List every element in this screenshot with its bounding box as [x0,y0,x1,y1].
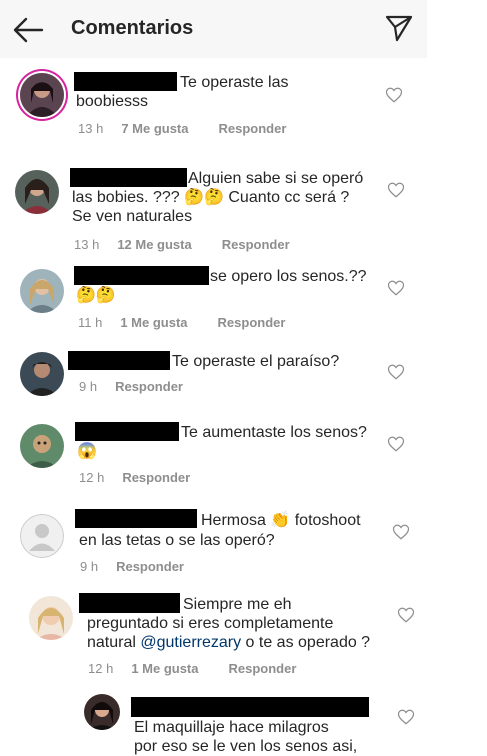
page-title: Comentarios [71,17,194,39]
reply-button[interactable]: Responder [115,379,183,394]
comment-text: Siempre me eh preguntado si eres complet… [87,596,371,651]
mention-link[interactable]: @gutierrezary [140,634,241,651]
comment-item: Te operaste las boobiesss 13 h 7 Me gust… [0,58,427,158]
comment-text: se opero los senos.?? 🤔🤔 [76,268,367,304]
comment-meta: 12 h 1 Me gusta Responder [88,661,296,676]
like-heart-icon[interactable] [387,181,405,199]
reply-item: El maquillaje hace milagros por eso se l… [0,688,427,756]
avatar[interactable] [15,170,59,214]
comment-item: Hermosa 👏 fotoshoot en las tetas o se la… [0,506,427,590]
comment-text-continued: en las tetas o se las operó? [79,532,275,549]
direct-send-icon[interactable] [384,13,414,43]
avatar[interactable] [84,694,120,730]
comment-text: Te operaste las boobiesss [76,74,289,110]
reply-button[interactable]: Responder [218,315,286,330]
redacted-username [131,697,369,717]
comment-meta: 9 h Responder [79,379,183,394]
reply-item: Siempre me eh preguntado si eres complet… [0,590,427,688]
like-heart-icon[interactable] [387,435,405,453]
redacted-username [75,509,197,528]
reply-button[interactable]: Responder [222,237,290,252]
reply-button[interactable]: Responder [122,470,190,485]
comment-time: 9 h [79,379,98,394]
likes-count[interactable]: 1 Me gusta [120,315,187,330]
likes-count[interactable]: 7 Me gusta [121,121,188,136]
like-heart-icon[interactable] [385,86,403,104]
reply-button[interactable]: Responder [219,121,287,136]
comment-item: Te operaste el paraíso? 9 h Responder [0,346,427,418]
comment-text: El maquillaje hace milagros por eso se l… [134,719,358,755]
comment-item: Alguien sabe si se operó las bobies. ???… [0,158,427,266]
redacted-username [68,351,170,370]
back-arrow-icon[interactable] [12,16,44,44]
comment-meta: 9 h Responder [80,559,184,574]
comment-time: 13 h [78,121,104,136]
comment-meta: 13 h 7 Me gusta Responder [78,121,286,136]
avatar[interactable] [20,514,64,558]
avatar[interactable] [20,424,64,468]
comment-time: 9 h [80,559,99,574]
comment-meta: 11 h 1 Me gusta Responder [78,315,285,330]
avatar[interactable] [20,73,64,117]
avatar[interactable] [29,596,73,640]
reply-button[interactable]: Responder [229,661,297,676]
reply-button[interactable]: Responder [116,559,184,574]
comment-text: Te aumentaste los senos? 😱 [77,424,367,460]
comment-text: Hermosa 👏 fotoshoot [201,512,361,529]
comment-time: 11 h [78,315,103,330]
like-heart-icon[interactable] [397,708,415,726]
like-heart-icon[interactable] [397,606,415,624]
like-heart-icon[interactable] [387,279,405,297]
likes-count[interactable]: 1 Me gusta [131,661,198,676]
comment-time: 12 h [88,661,114,676]
comment-time: 13 h [74,237,100,252]
avatar[interactable] [20,269,64,313]
comment-text: Te operaste el paraíso? [172,353,340,370]
comment-item: se opero los senos.?? 🤔🤔 11 h 1 Me gusta… [0,266,427,346]
comment-text: Alguien sabe si se operó las bobies. ???… [72,170,364,225]
top-bar: Comentarios [0,0,427,58]
comment-time: 12 h [79,470,105,485]
avatar[interactable] [20,352,64,396]
likes-count[interactable]: 12 Me gusta [117,237,191,252]
comment-meta: 13 h 12 Me gusta Responder [74,237,290,252]
comment-meta: 12 h Responder [79,470,190,485]
like-heart-icon[interactable] [392,523,410,541]
comment-item: Te aumentaste los senos? 😱 12 h Responde… [0,418,427,506]
like-heart-icon[interactable] [387,363,405,381]
